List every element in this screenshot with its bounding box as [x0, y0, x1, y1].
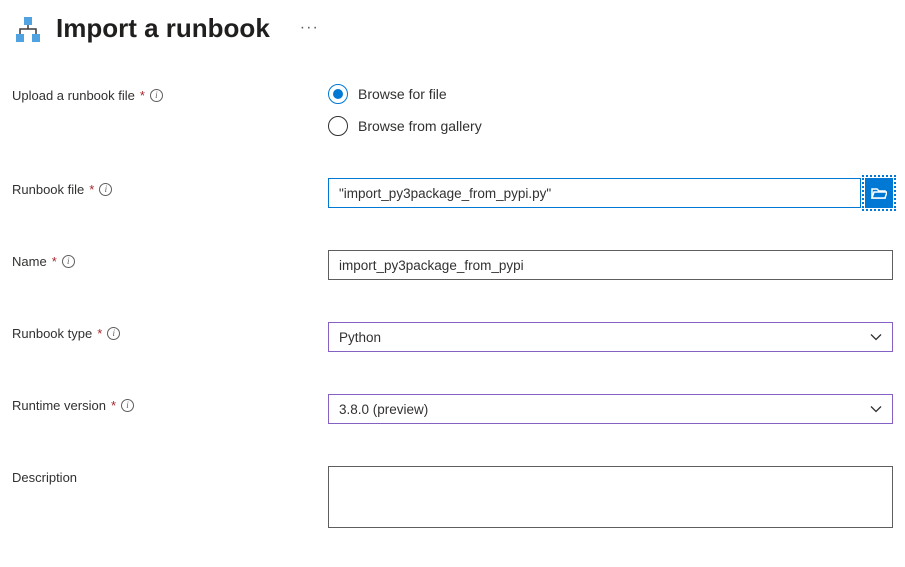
description-textarea[interactable]: [328, 466, 893, 528]
label-text: Name: [12, 254, 47, 269]
info-icon[interactable]: i: [107, 327, 120, 340]
folder-open-icon: [871, 186, 887, 200]
name-field: [328, 250, 893, 280]
row-runbook-type: Runbook type * i Python: [12, 322, 893, 352]
label-runtime-version: Runtime version * i: [12, 394, 328, 413]
row-runtime-version: Runtime version * i 3.8.0 (preview): [12, 394, 893, 424]
runbook-hierarchy-icon: [12, 14, 44, 46]
label-name: Name * i: [12, 250, 328, 269]
label-description: Description: [12, 466, 328, 485]
runbook-file-input[interactable]: [328, 178, 861, 208]
more-actions-button[interactable]: ···: [300, 19, 319, 37]
upload-source-radio-group: Browse for file Browse from gallery: [328, 84, 893, 136]
required-asterisk: *: [97, 326, 102, 341]
info-icon[interactable]: i: [99, 183, 112, 196]
label-text: Runbook file: [12, 182, 84, 197]
runbook-type-field: Python: [328, 322, 893, 352]
radio-circle-icon: [328, 84, 348, 104]
required-asterisk: *: [140, 88, 145, 103]
page-title: Import a runbook: [56, 13, 270, 44]
label-text: Description: [12, 470, 77, 485]
radio-circle-icon: [328, 116, 348, 136]
label-text: Upload a runbook file: [12, 88, 135, 103]
required-asterisk: *: [111, 398, 116, 413]
select-value: Python: [339, 330, 381, 345]
row-description: Description: [12, 466, 893, 531]
row-upload-source: Upload a runbook file * i Browse for fil…: [12, 84, 893, 136]
runbook-file-field: [328, 178, 893, 208]
label-text: Runbook type: [12, 326, 92, 341]
required-asterisk: *: [52, 254, 57, 269]
description-field: [328, 466, 893, 531]
info-icon[interactable]: i: [150, 89, 163, 102]
radio-label: Browse for file: [358, 86, 447, 102]
required-asterisk: *: [89, 182, 94, 197]
info-icon[interactable]: i: [62, 255, 75, 268]
label-upload-source: Upload a runbook file * i: [12, 84, 328, 103]
label-text: Runtime version: [12, 398, 106, 413]
runtime-version-field: 3.8.0 (preview): [328, 394, 893, 424]
page-header: Import a runbook ···: [12, 10, 893, 46]
row-name: Name * i: [12, 250, 893, 280]
label-runbook-type: Runbook type * i: [12, 322, 328, 341]
radio-browse-gallery[interactable]: Browse from gallery: [328, 116, 893, 136]
label-runbook-file: Runbook file * i: [12, 178, 328, 197]
info-icon[interactable]: i: [121, 399, 134, 412]
chevron-down-icon: [870, 330, 882, 345]
browse-file-button[interactable]: [865, 178, 893, 208]
radio-label: Browse from gallery: [358, 118, 482, 134]
runbook-type-select[interactable]: Python: [328, 322, 893, 352]
name-input[interactable]: [328, 250, 893, 280]
chevron-down-icon: [870, 402, 882, 417]
runtime-version-select[interactable]: 3.8.0 (preview): [328, 394, 893, 424]
row-runbook-file: Runbook file * i: [12, 178, 893, 208]
select-value: 3.8.0 (preview): [339, 402, 428, 417]
radio-browse-file[interactable]: Browse for file: [328, 84, 893, 104]
